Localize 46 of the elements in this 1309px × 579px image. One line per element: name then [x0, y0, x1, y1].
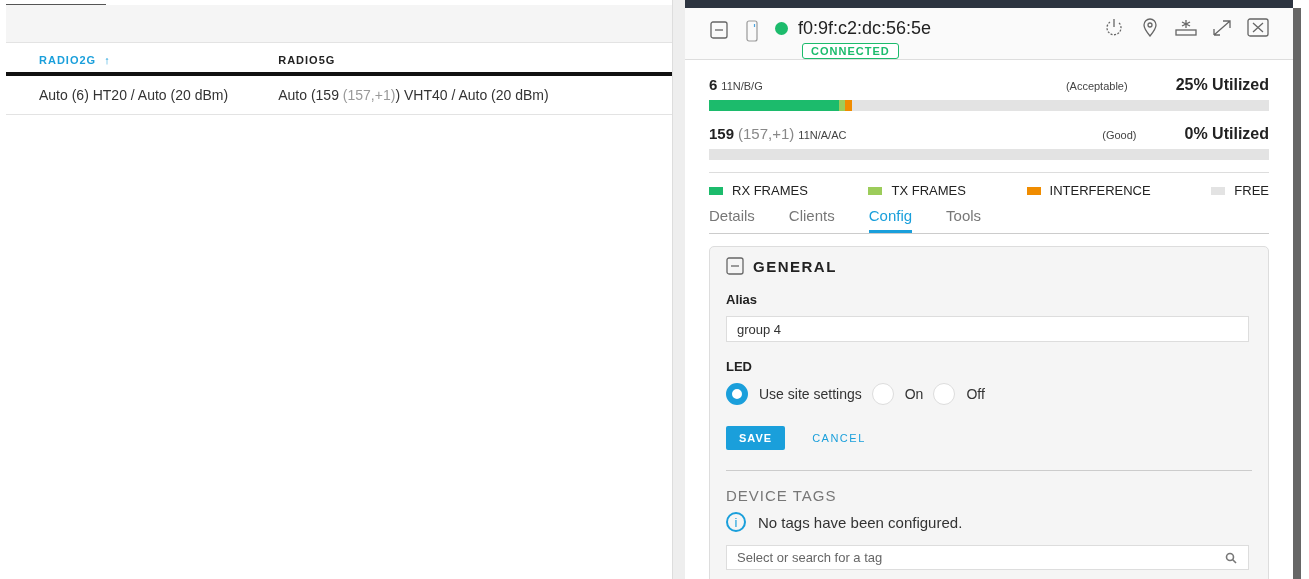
- channel-number: 159: [709, 125, 735, 142]
- radio-label: Use site settings: [759, 386, 862, 402]
- expand-icon[interactable]: [1211, 18, 1233, 38]
- radio-mode: 11N/A/AC: [798, 129, 847, 141]
- legend-label: INTERFERENCE: [1049, 183, 1151, 198]
- save-button[interactable]: SAVE: [726, 426, 786, 450]
- radio-label: Off: [966, 386, 985, 402]
- legend-label: RX FRAMES: [732, 183, 808, 198]
- legend-label: FREE: [1234, 183, 1269, 198]
- tab[interactable]: Tools: [946, 204, 982, 233]
- device-mac: f0:9f:c2:dc:56:5e: [798, 18, 932, 39]
- power-icon[interactable]: [1103, 18, 1125, 38]
- tag-search-field[interactable]: Select or search for a tag: [726, 545, 1249, 570]
- info-message: No tags have been configured.: [758, 513, 963, 531]
- status-badge: CONNECTED: [802, 43, 899, 59]
- alias-field[interactable]: group 4: [726, 316, 1249, 342]
- cancel-button[interactable]: CANCEL: [806, 431, 872, 445]
- radio-button[interactable]: [726, 383, 748, 405]
- radio-mode: 11N/B/G: [721, 80, 763, 92]
- section-title: GENERAL: [753, 257, 837, 275]
- collapse-icon[interactable]: [726, 257, 744, 275]
- network-device-icon[interactable]: [1175, 18, 1197, 38]
- channel-quality: (Good): [1102, 129, 1137, 141]
- table-cell-text: Auto (159 (157,+1)) VHT40 / Auto (20 dBm): [278, 87, 550, 103]
- section-title: DEVICE TAGS: [726, 487, 838, 504]
- tab[interactable]: Config: [868, 204, 913, 233]
- device-icon: [745, 20, 759, 42]
- column-header[interactable]: RADIO2G ↑: [6, 54, 279, 66]
- utilization-text: 0% Utilized: [1184, 125, 1269, 143]
- field-label: LED: [726, 359, 753, 374]
- legend-label: TX FRAMES: [891, 183, 966, 198]
- table-cell-text: Auto (6) HT20 / Auto (20 dBm): [38, 87, 230, 103]
- channel-quality: (Acceptable): [1065, 80, 1128, 92]
- tab[interactable]: Details: [709, 204, 755, 233]
- tab[interactable]: Clients: [788, 204, 835, 233]
- scrollbar[interactable]: [1293, 8, 1301, 579]
- channel-number: 6: [709, 76, 718, 93]
- secondary-channel: (157,+1): [738, 125, 795, 142]
- column-header[interactable]: RADIO5G: [278, 54, 672, 66]
- close-icon[interactable]: [1247, 18, 1269, 38]
- info-icon: i: [726, 512, 746, 532]
- utilization-text: 25% Utilized: [1175, 76, 1269, 94]
- collapse-icon[interactable]: [709, 20, 731, 40]
- field-label: Alias: [726, 292, 759, 307]
- search-icon: [1225, 552, 1237, 564]
- radio-label: On: [904, 386, 924, 402]
